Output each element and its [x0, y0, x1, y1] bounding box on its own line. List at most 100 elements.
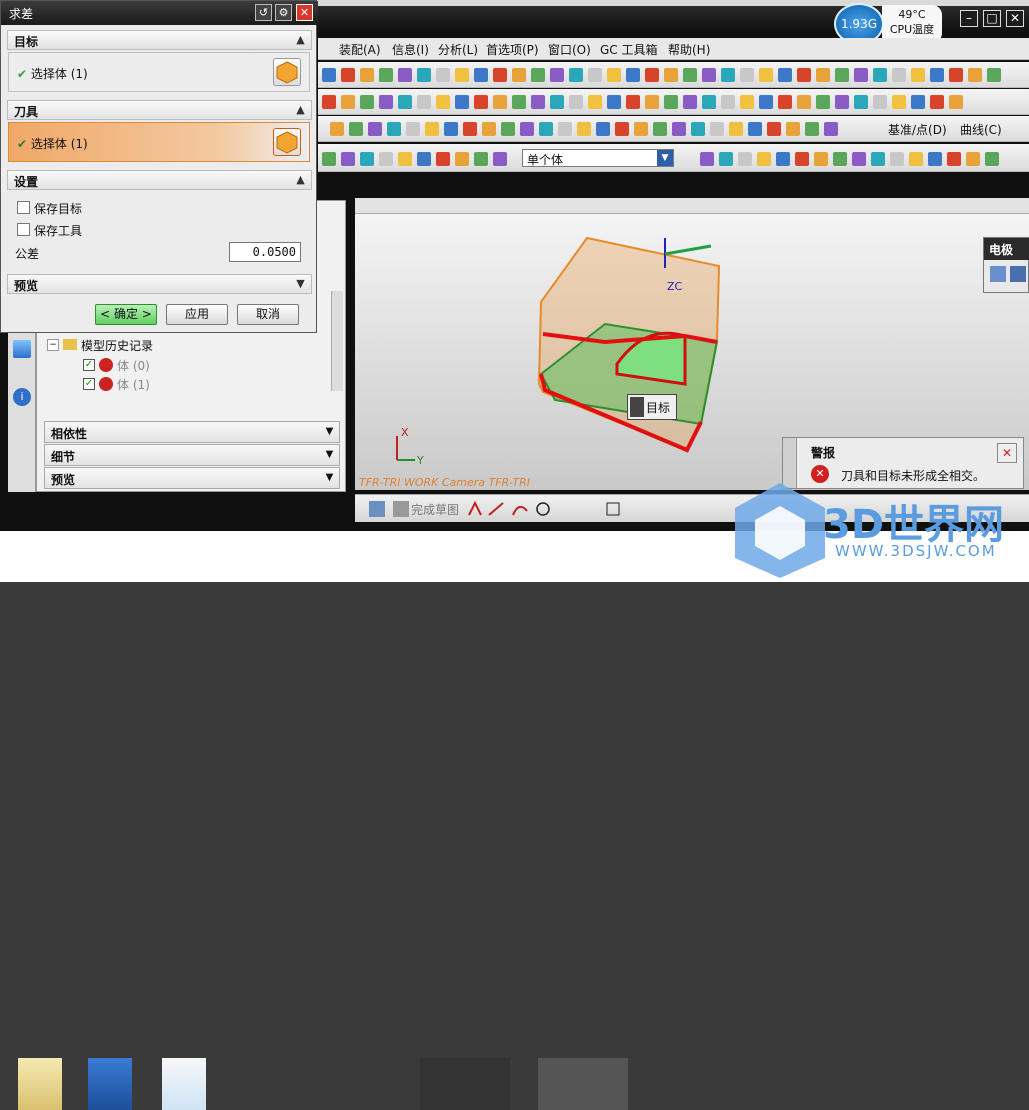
toolbar-tool-icon[interactable] [987, 68, 1001, 82]
finish-sketch-label[interactable]: 完成草图 [411, 501, 459, 518]
toolbar-tool-icon[interactable] [721, 68, 735, 82]
toolbar-tool-icon[interactable] [569, 95, 583, 109]
toolbar-tool-icon[interactable] [778, 95, 792, 109]
toolbar-tool-icon[interactable] [512, 95, 526, 109]
navigator-scrollbar[interactable] [331, 291, 343, 391]
selection-filter-dropdown[interactable]: 单个体 ▼ [522, 149, 674, 167]
toolbar-tool-icon[interactable] [700, 152, 714, 166]
toolbar-tool-icon[interactable] [968, 68, 982, 82]
preview-section-header[interactable]: 预览 ▼ [7, 274, 312, 294]
toolbar-tool-icon[interactable] [436, 95, 450, 109]
menu-window[interactable]: 窗口(O) [548, 41, 591, 58]
toolbar-tool-icon[interactable] [873, 68, 887, 82]
toolbar-tool-icon[interactable] [683, 68, 697, 82]
reset-icon[interactable]: ↺ [255, 4, 272, 21]
toolbar-tool-icon[interactable] [341, 95, 355, 109]
toolbar-tool-icon[interactable] [474, 68, 488, 82]
toolbar-tool-icon[interactable] [664, 68, 678, 82]
tool-section-header[interactable]: 刀具 ▲ [7, 100, 312, 120]
toolbar-tool-icon[interactable] [615, 122, 629, 136]
toolbar-tool-icon[interactable] [795, 152, 809, 166]
toolbar-tool-icon[interactable] [588, 68, 602, 82]
toolbar-tool-icon[interactable] [577, 122, 591, 136]
toolbar-tool-icon[interactable] [493, 95, 507, 109]
toolbar-tool-icon[interactable] [387, 122, 401, 136]
toolbar-tool-icon[interactable] [814, 152, 828, 166]
toolbar-tool-icon[interactable] [455, 95, 469, 109]
electrode-tool-icon[interactable] [1010, 266, 1026, 282]
toolbar-tool-icon[interactable] [835, 95, 849, 109]
sketch-tools-icons[interactable] [467, 500, 687, 517]
dependencies-section[interactable]: 相依性 ▼ [44, 421, 340, 443]
toolbar-tool-icon[interactable] [550, 68, 564, 82]
keep-tool-checkbox[interactable] [17, 223, 30, 236]
menu-information[interactable]: 信息(I) [392, 41, 429, 58]
toolbar-tool-icon[interactable] [778, 68, 792, 82]
toolbar-tool-icon[interactable] [721, 95, 735, 109]
toolbar-tool-icon[interactable] [776, 152, 790, 166]
toolbar-tool-icon[interactable] [417, 152, 431, 166]
close-dialog-button[interactable]: ✕ [296, 4, 313, 21]
roles-icon[interactable] [13, 340, 31, 358]
body1-label[interactable]: 体 (1) [117, 376, 150, 393]
toolbar-tool-icon[interactable] [854, 95, 868, 109]
settings-icon[interactable]: ⚙ [275, 4, 292, 21]
toolbar-tool-icon[interactable] [360, 95, 374, 109]
toolbar-tool-icon[interactable] [482, 122, 496, 136]
menu-assembly[interactable]: 装配(A) [339, 41, 381, 58]
body1-checkbox[interactable]: ✓ [83, 378, 95, 390]
toolbar-tool-icon[interactable] [417, 95, 431, 109]
toolbar-tool-icon[interactable] [322, 68, 336, 82]
toolbar-tool-icon[interactable] [531, 68, 545, 82]
toolbar-tool-icon[interactable] [322, 95, 336, 109]
toolbar-tool-icon[interactable] [322, 152, 336, 166]
toolbar-tool-icon[interactable] [854, 68, 868, 82]
toolbar-tool-icon[interactable] [740, 95, 754, 109]
target-section-header[interactable]: 目标 ▲ [7, 30, 312, 50]
toolbar-tool-icon[interactable] [759, 68, 773, 82]
toolbar-tool-icon[interactable] [892, 68, 906, 82]
details-section[interactable]: 细节 ▼ [44, 444, 340, 466]
select-body-button[interactable] [273, 58, 301, 86]
cancel-button[interactable]: 取消 [237, 304, 299, 325]
target-selection-row[interactable]: ✔ 选择体 (1) [8, 52, 310, 92]
toolbar-tool-icon[interactable] [683, 95, 697, 109]
toolbar-tool-icon[interactable] [607, 68, 621, 82]
electrode-tool-icon[interactable] [990, 266, 1006, 282]
maximize-button[interactable]: □ [983, 10, 1001, 27]
toolbar-tool-icon[interactable] [330, 122, 344, 136]
toolbar-tool-icon[interactable] [833, 152, 847, 166]
toolbar-tool-icon[interactable] [645, 68, 659, 82]
toolbar-tool-icon[interactable] [748, 122, 762, 136]
toolbar-tool-icon[interactable] [425, 122, 439, 136]
toolbar-tool-icon[interactable] [341, 68, 355, 82]
menu-help[interactable]: 帮助(H) [668, 41, 710, 58]
toolbar-tool-icon[interactable] [797, 68, 811, 82]
toolbar-tool-icon[interactable] [797, 95, 811, 109]
toolbar-tool-icon[interactable] [349, 122, 363, 136]
toolbar-tool-icon[interactable] [634, 122, 648, 136]
datum-point-menu[interactable]: 基准/点(D) [888, 121, 947, 138]
toolbar-tool-icon[interactable] [835, 68, 849, 82]
select-body-button[interactable] [273, 128, 301, 156]
toolbar-tool-icon[interactable] [398, 152, 412, 166]
toolbar-tool-icon[interactable] [588, 95, 602, 109]
toolbar-tool-icon[interactable] [436, 152, 450, 166]
menu-gc-toolbox[interactable]: GC 工具箱 [600, 41, 658, 58]
toolbar-tool-icon[interactable] [824, 122, 838, 136]
apply-button[interactable]: 应用 [166, 304, 228, 325]
toolbar-tool-icon[interactable] [871, 152, 885, 166]
toolbar-tool-icon[interactable] [531, 95, 545, 109]
toolbar-tool-icon[interactable] [966, 152, 980, 166]
toolbar-tool-icon[interactable] [719, 152, 733, 166]
menu-preferences[interactable]: 首选项(P) [486, 41, 539, 58]
video-thumbnail-icon[interactable] [420, 1058, 510, 1110]
toolbar-tool-icon[interactable] [909, 152, 923, 166]
toolbar-tool-icon[interactable] [890, 152, 904, 166]
toolbar-tool-icon[interactable] [520, 122, 534, 136]
body0-label[interactable]: 体 (0) [117, 357, 150, 374]
app-desktop-icon[interactable] [88, 1058, 132, 1110]
toolbar-tool-icon[interactable] [759, 95, 773, 109]
keep-target-checkbox[interactable] [17, 201, 30, 214]
toolbar-tool-icon[interactable] [398, 68, 412, 82]
